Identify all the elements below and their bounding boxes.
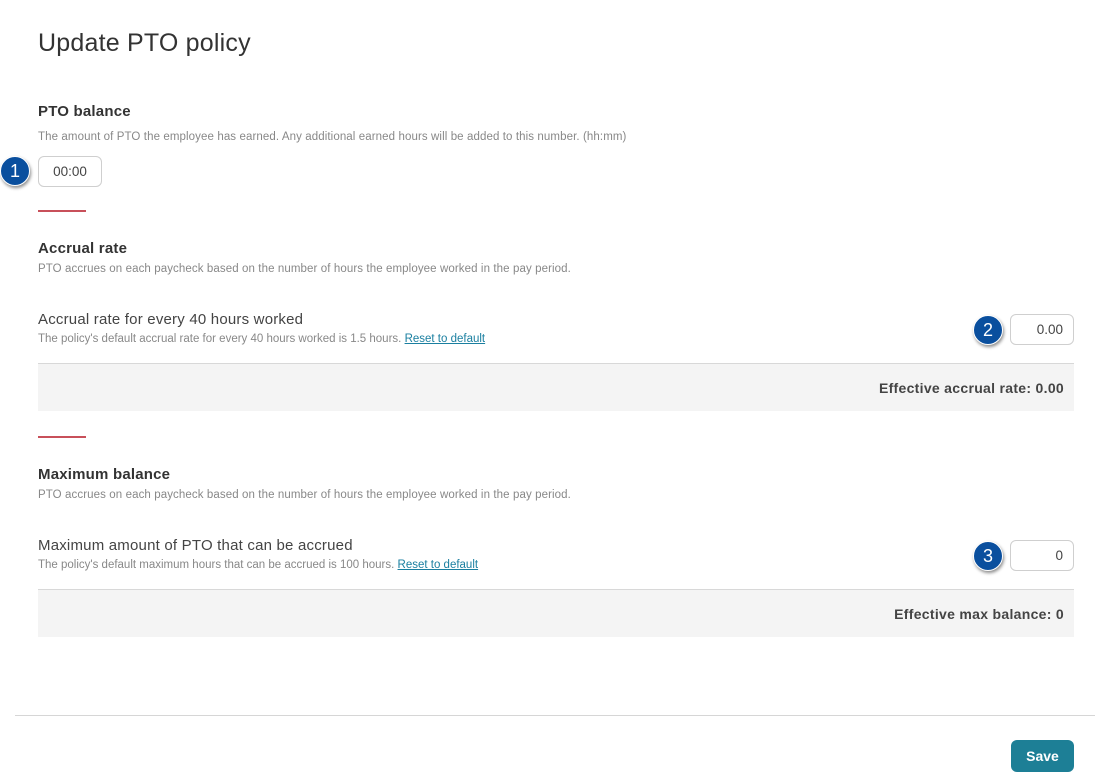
section-divider	[38, 210, 86, 212]
maximum-balance-input[interactable]	[1010, 540, 1074, 571]
accrual-rate-help: The policy's default accrual rate for ev…	[38, 333, 485, 345]
pto-balance-input[interactable]	[38, 156, 102, 187]
accrual-rate-help-text: The policy's default accrual rate for ev…	[38, 333, 402, 345]
maximum-balance-reset-link[interactable]: Reset to default	[398, 559, 479, 571]
accrual-rate-heading: Accrual rate	[38, 240, 128, 257]
accrual-rate-setting-label: Accrual rate for every 40 hours worked	[38, 311, 304, 328]
effective-max-balance: Effective max balance: 0	[894, 606, 1064, 622]
callout-badge-2: 2	[973, 315, 1003, 345]
callout-badge-1: 1	[0, 156, 30, 186]
maximum-balance-description: PTO accrues on each paycheck based on th…	[38, 489, 571, 501]
maximum-balance-help: The policy's default maximum hours that …	[38, 559, 478, 571]
maximum-balance-heading: Maximum balance	[38, 466, 171, 483]
maximum-balance-help-text: The policy's default maximum hours that …	[38, 559, 395, 571]
effective-accrual-rate-bar: Effective accrual rate: 0.00	[38, 363, 1074, 411]
save-button[interactable]: Save	[1011, 740, 1074, 772]
callout-number: 2	[982, 320, 993, 340]
footer-divider	[15, 715, 1095, 716]
effective-accrual-rate: Effective accrual rate: 0.00	[878, 380, 1064, 396]
accrual-rate-input[interactable]	[1010, 314, 1074, 345]
callout-number: 3	[982, 546, 993, 566]
pto-balance-heading: PTO balance	[38, 103, 131, 120]
callout-number: 1	[9, 161, 20, 181]
section-divider	[38, 436, 86, 438]
accrual-rate-reset-link[interactable]: Reset to default	[405, 333, 486, 345]
effective-max-balance-bar: Effective max balance: 0	[38, 589, 1074, 637]
accrual-rate-description: PTO accrues on each paycheck based on th…	[38, 263, 571, 275]
pto-balance-description: The amount of PTO the employee has earne…	[38, 131, 627, 143]
page-title: Update PTO policy	[38, 29, 251, 57]
maximum-balance-setting-label: Maximum amount of PTO that can be accrue…	[38, 537, 353, 554]
callout-badge-3: 3	[973, 541, 1003, 571]
